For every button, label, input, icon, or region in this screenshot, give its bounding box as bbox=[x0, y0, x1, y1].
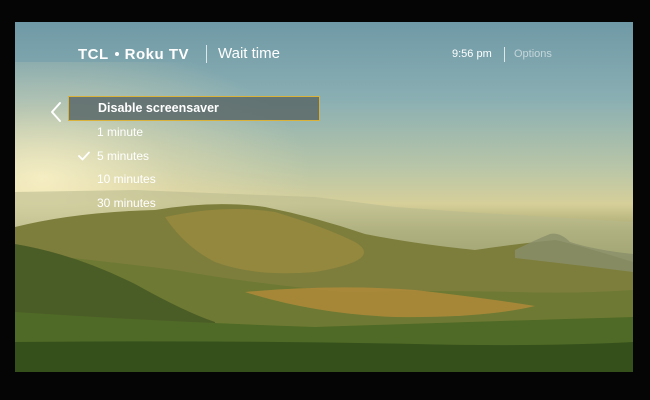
menu-item-disable-screensaver[interactable]: Disable screensaver bbox=[68, 96, 320, 121]
brand-roku: Roku TV bbox=[124, 46, 190, 63]
menu-item-label: 10 minutes bbox=[97, 172, 156, 186]
menu-item-label: 5 minutes bbox=[97, 148, 150, 163]
menu-item-label: 1 minute bbox=[97, 125, 144, 139]
clock: 9:56 pm bbox=[452, 48, 492, 60]
menu-item-1-minute[interactable]: 1 minute bbox=[68, 121, 320, 145]
menu-item-label: 30 minutes bbox=[97, 195, 156, 210]
brand-tcl: TCL bbox=[78, 46, 109, 63]
wait-time-menu: Disable screensaver 1 minute 5 minutes 1… bbox=[68, 96, 320, 215]
brand-dot bbox=[114, 52, 119, 56]
menu-item-5-minutes[interactable]: 5 minutes bbox=[68, 145, 320, 169]
checkmark-icon bbox=[78, 151, 90, 160]
header-bar: TCL Roku TV Wait time 9:56 pm Options bbox=[15, 22, 633, 82]
menu-item-30-minutes[interactable]: 30 minutes bbox=[68, 192, 320, 216]
header-divider bbox=[206, 45, 207, 63]
brand-logo: TCL Roku TV bbox=[78, 46, 189, 63]
options-hint: Options bbox=[514, 48, 552, 60]
page-title: Wait time bbox=[218, 45, 280, 62]
menu-item-10-minutes[interactable]: 10 minutes bbox=[68, 168, 320, 192]
tv-screen: TCL Roku TV Wait time 9:56 pm Options Dis… bbox=[15, 22, 633, 372]
menu-item-label: Disable screensaver bbox=[98, 101, 219, 115]
chevron-left-icon[interactable] bbox=[48, 101, 64, 123]
options-divider bbox=[504, 47, 505, 62]
